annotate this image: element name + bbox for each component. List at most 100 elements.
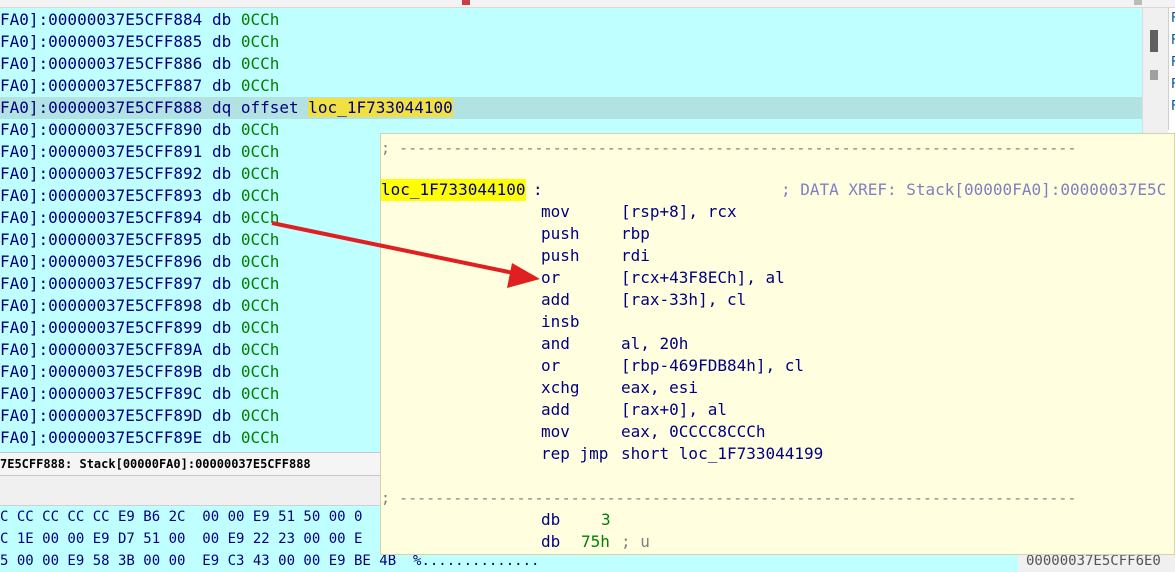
mnemonic: db (211, 274, 232, 293)
instruction-mnemonic: push (541, 224, 580, 243)
operand: 0CCh (240, 384, 280, 403)
operand: 0CCh (240, 230, 280, 249)
names-panel-item[interactable]: F (1169, 96, 1175, 118)
data-row: db 3 (381, 509, 1174, 531)
label-reference[interactable]: loc_1F733044100 (308, 98, 453, 117)
listing-row[interactable]: FA0]:00000037E5CFF884 db 0CCh (0, 9, 279, 31)
hex-row[interactable]: C 1E 00 00 E9 D7 51 00 00 E9 22 23 00 00… (0, 528, 362, 550)
tab-close-icon[interactable] (1134, 0, 1142, 5)
listing-row[interactable]: FA0]:00000037E5CFF886 db 0CCh (0, 53, 279, 75)
scrollbar-thumb[interactable] (1150, 30, 1158, 52)
instruction-operands: eax, 0CCCC8CCCh (621, 422, 766, 441)
address: FA0]:00000037E5CFF89C (0, 384, 203, 403)
hex-bytes: C CC CC CC CC E9 B6 2C 00 00 E9 51 50 00… (0, 509, 363, 525)
operand: 0CCh (240, 54, 280, 73)
mnemonic: db (211, 428, 232, 447)
names-panel-item[interactable]: F (1169, 74, 1175, 96)
instruction-mnemonic: add (541, 400, 570, 419)
listing-row[interactable]: FA0]:00000037E5CFF894 db 0CCh (0, 207, 279, 229)
names-panel[interactable]: FFFFF (1168, 8, 1175, 130)
listing-row[interactable]: FA0]:00000037E5CFF888 dq offset loc_1F73… (0, 97, 1142, 119)
instruction-operands: al, 20h (621, 334, 689, 353)
operand: 0CCh (240, 406, 280, 425)
address: FA0]:00000037E5CFF894 (0, 208, 203, 227)
instruction-operands: rbp (621, 224, 650, 243)
instruction-mnemonic: xchg (541, 378, 580, 397)
instruction-row: mov [rsp+8], rcx (381, 201, 1174, 223)
listing-row[interactable]: FA0]:00000037E5CFF897 db 0CCh (0, 273, 279, 295)
data-comment: ; u (621, 532, 650, 551)
listing-row[interactable]: FA0]:00000037E5CFF899 db 0CCh (0, 317, 279, 339)
address: FA0]:00000037E5CFF888 (0, 98, 203, 117)
operand: 0CCh (240, 186, 280, 205)
listing-row[interactable]: FA0]:00000037E5CFF896 db 0CCh (0, 251, 279, 273)
listing-row[interactable]: FA0]:00000037E5CFF89C db 0CCh (0, 383, 279, 405)
hex-row[interactable]: C CC CC CC CC E9 B6 2C 00 00 E9 51 50 00… (0, 506, 362, 528)
data-directive: db (541, 510, 561, 529)
mnemonic: db (211, 318, 232, 337)
instruction-operands: [rsp+8], rcx (621, 202, 737, 221)
instruction-mnemonic: or (541, 356, 561, 375)
mnemonic: db (211, 340, 232, 359)
listing-row[interactable]: FA0]:00000037E5CFF890 db 0CCh (0, 119, 279, 141)
instruction-mnemonic: or (541, 268, 561, 287)
instruction-row: push rdi (381, 245, 1174, 267)
names-panel-item[interactable]: F (1169, 30, 1175, 52)
operand: 0CCh (240, 296, 280, 315)
address: FA0]:00000037E5CFF892 (0, 164, 203, 183)
popup-label: loc_1F733044100 (381, 179, 526, 201)
listing-row[interactable]: FA0]:00000037E5CFF891 db 0CCh (0, 141, 279, 163)
address: FA0]:00000037E5CFF898 (0, 296, 203, 315)
address: FA0]:00000037E5CFF89A (0, 340, 203, 359)
mnemonic: db (211, 54, 232, 73)
listing-row[interactable]: FA0]:00000037E5CFF89B db 0CCh (0, 361, 279, 383)
mnemonic: db (211, 76, 232, 95)
instruction-mnemonic: add (541, 290, 570, 309)
mnemonic: db (211, 120, 232, 139)
listing-row[interactable]: FA0]:00000037E5CFF89D db 0CCh (0, 405, 279, 427)
listing-row[interactable]: FA0]:00000037E5CFF885 db 0CCh (0, 31, 279, 53)
mnemonic: db (211, 362, 232, 381)
instruction-mnemonic: and (541, 334, 570, 353)
address: FA0]:00000037E5CFF897 (0, 274, 203, 293)
instruction-row: add [rax-33h], cl (381, 289, 1174, 311)
mnemonic: db (211, 296, 232, 315)
instruction-mnemonic: mov (541, 422, 570, 441)
listing-row[interactable]: FA0]:00000037E5CFF893 db 0CCh (0, 185, 279, 207)
mnemonic: db (211, 406, 232, 425)
mnemonic: db (211, 252, 232, 271)
names-panel-item[interactable]: F (1169, 52, 1175, 74)
address: FA0]:00000037E5CFF89E (0, 428, 203, 447)
listing-row[interactable]: FA0]:00000037E5CFF89A db 0CCh (0, 339, 279, 361)
operand: offset (240, 98, 299, 117)
operand: 0CCh (240, 76, 280, 95)
listing-row[interactable]: FA0]:00000037E5CFF892 db 0CCh (0, 163, 279, 185)
hex-bytes: C 1E 00 00 E9 D7 51 00 00 E9 22 23 00 00… (0, 531, 363, 547)
instruction-row: add [rax+0], al (381, 399, 1174, 421)
address: FA0]:00000037E5CFF890 (0, 120, 203, 139)
instruction-mnemonic: push (541, 246, 580, 265)
instruction-operands: [rax-33h], cl (621, 290, 747, 309)
address: FA0]:00000037E5CFF899 (0, 318, 203, 337)
mnemonic: db (211, 32, 232, 51)
title-bar (0, 0, 1175, 8)
mnemonic: db (211, 142, 232, 161)
hint-popup: ; --------------------------------------… (380, 133, 1175, 555)
names-panel-item[interactable]: F (1169, 8, 1175, 30)
instruction-row: or [rcx+43F8ECh], al (381, 267, 1174, 289)
listing-row[interactable]: FA0]:00000037E5CFF887 db 0CCh (0, 75, 279, 97)
instruction-row: mov eax, 0CCCC8CCCh (381, 421, 1174, 443)
operand: 0CCh (240, 32, 280, 51)
listing-row[interactable]: FA0]:00000037E5CFF89E db 0CCh (0, 427, 279, 449)
operand: 0CCh (240, 164, 280, 183)
close-mark-icon[interactable] (462, 0, 470, 5)
status-line: 7E5CFF888: Stack[00000FA0]:00000037E5CFF… (0, 452, 385, 476)
mnemonic: db (211, 208, 232, 227)
instruction-operands: [rcx+43F8ECh], al (621, 268, 785, 287)
operand: 0CCh (240, 340, 280, 359)
address: FA0]:00000037E5CFF887 (0, 76, 203, 95)
listing-row[interactable]: FA0]:00000037E5CFF895 db 0CCh (0, 229, 279, 251)
listing-row[interactable]: FA0]:00000037E5CFF898 db 0CCh (0, 295, 279, 317)
address: FA0]:00000037E5CFF886 (0, 54, 203, 73)
instruction-row: or [rbp-469FDB84h], cl (381, 355, 1174, 377)
